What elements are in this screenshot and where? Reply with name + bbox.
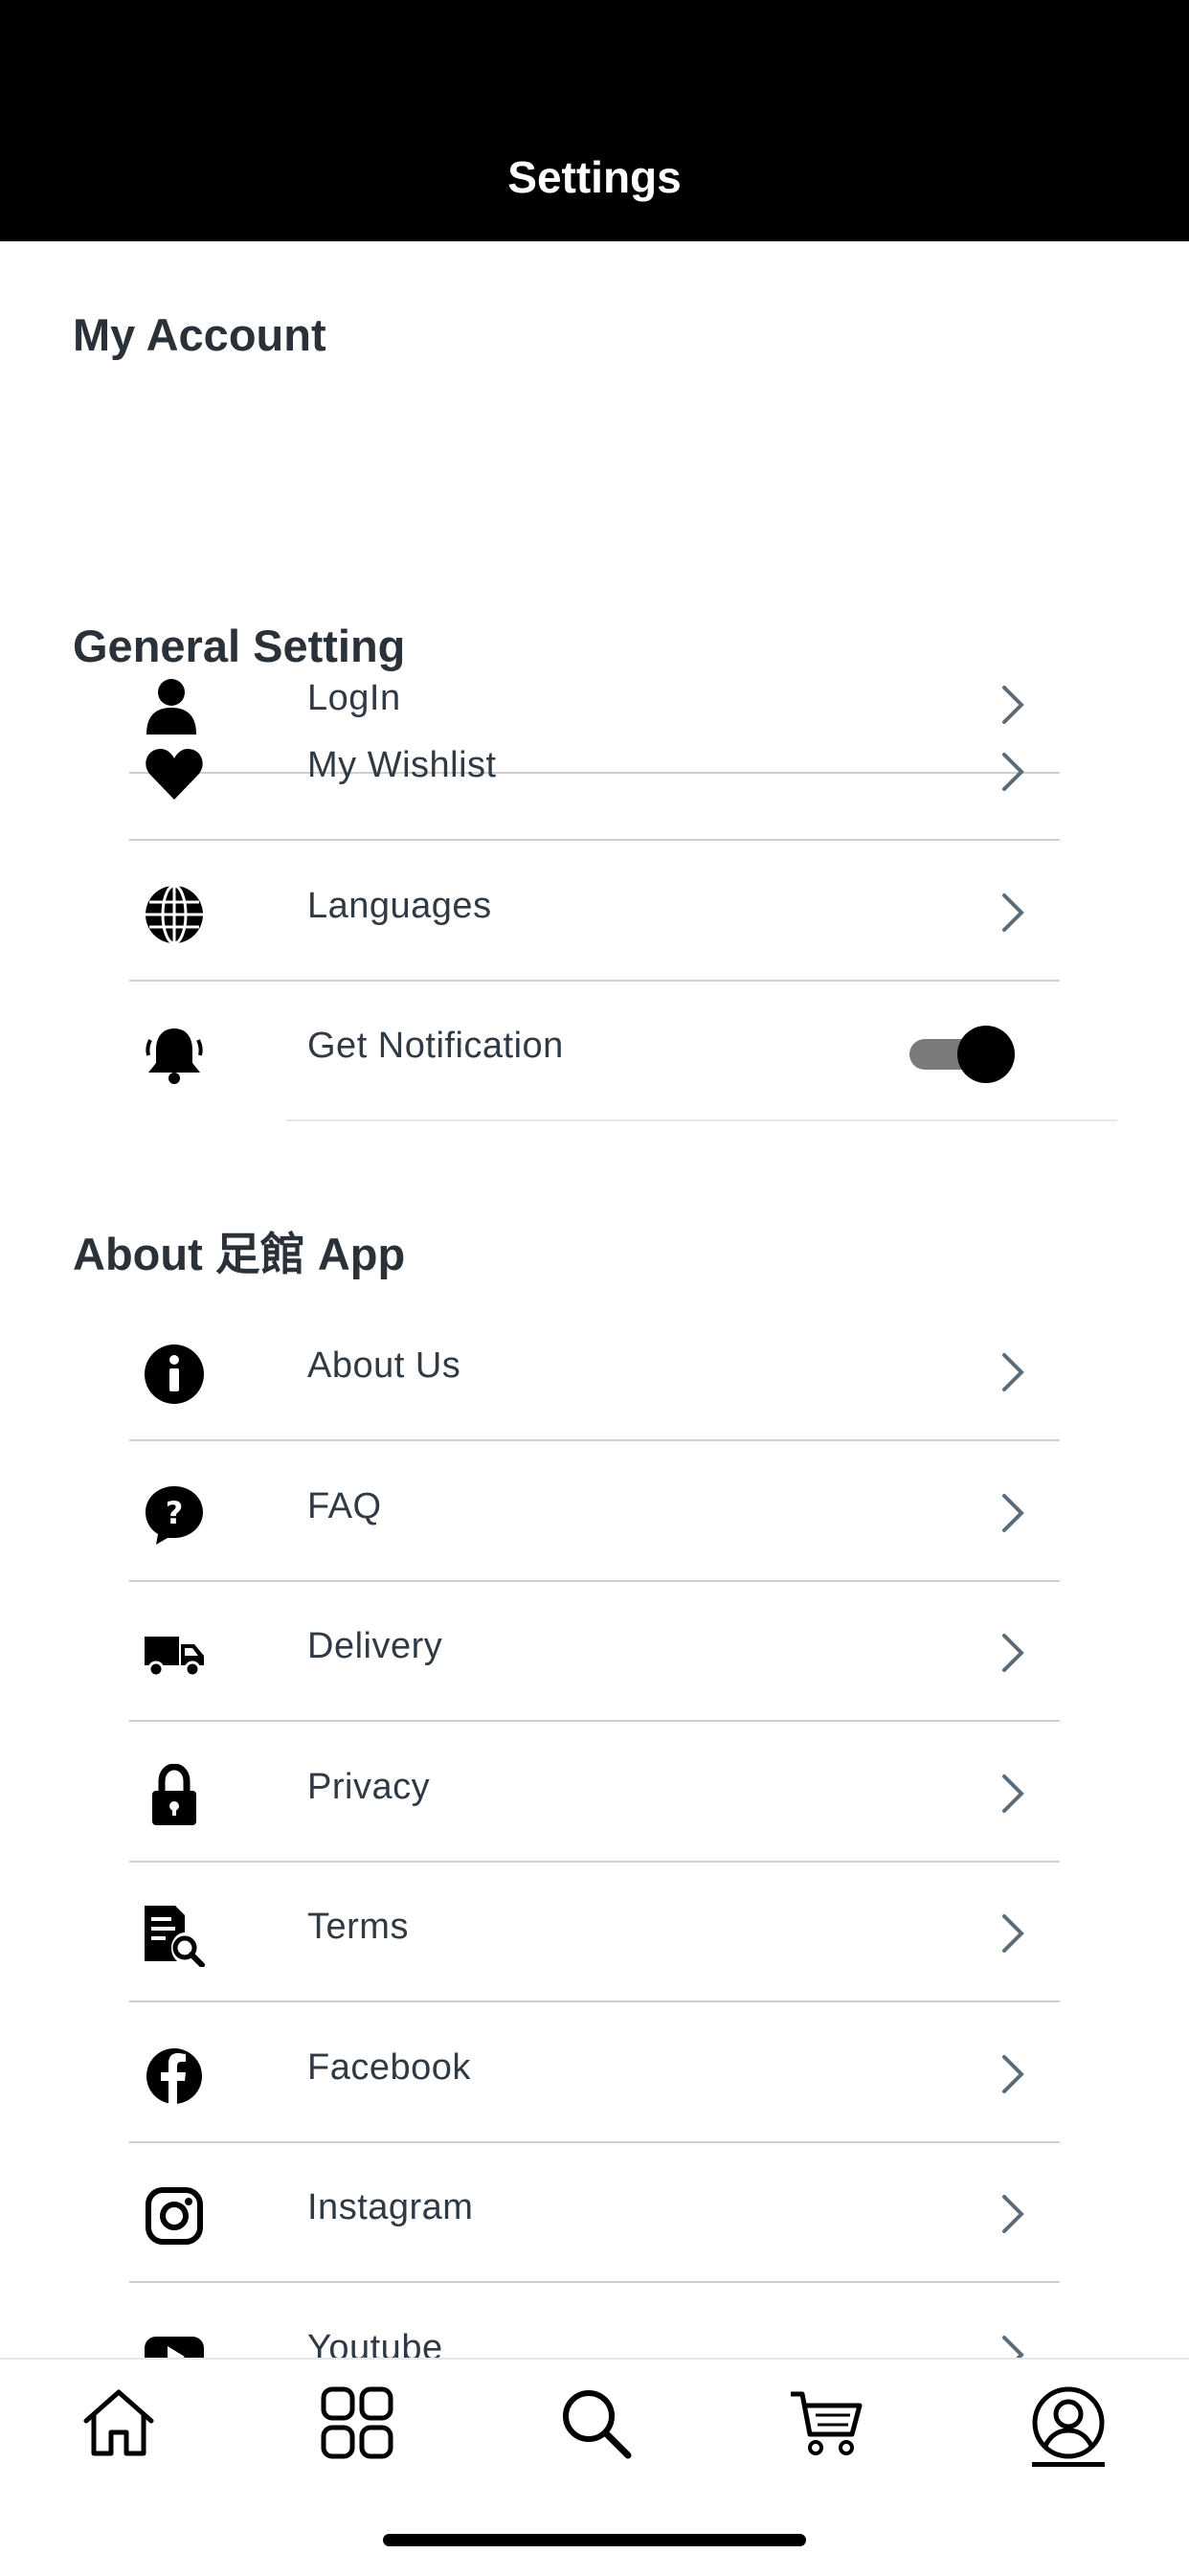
cart-icon[interactable] [787, 2384, 864, 2461]
svg-text:?: ? [166, 1495, 184, 1531]
chevron-right-icon [998, 1349, 1027, 1395]
settings-item-facebook[interactable]: Facebook [129, 2003, 1060, 2143]
globe-icon [143, 883, 206, 946]
settings-item-label: Youtube [307, 2328, 443, 2358]
chevron-right-icon [998, 749, 1027, 795]
settings-item-label: Privacy [307, 1767, 431, 1807]
settings-item-instagram[interactable]: Instagram [129, 2143, 1060, 2283]
search-icon[interactable] [557, 2384, 634, 2461]
active-tab-indicator [1032, 2462, 1105, 2467]
profile-icon[interactable] [1030, 2384, 1107, 2461]
document-search-icon [143, 1904, 206, 1967]
chevron-right-icon [998, 890, 1027, 936]
truck-icon [143, 1623, 206, 1686]
settings-item-label: Languages [307, 886, 492, 926]
divider [129, 2000, 1060, 2002]
chevron-right-icon [998, 2332, 1027, 2358]
divider [129, 1720, 1060, 1722]
settings-item-label: About Us [307, 1345, 461, 1386]
section-title-about-app: About 足館 App [73, 1229, 406, 1279]
settings-item-privacy[interactable]: Privacy [129, 1723, 1060, 1863]
settings-item-terms[interactable]: Terms [129, 1863, 1060, 2002]
toggle-knob [957, 1026, 1015, 1083]
bell-icon [143, 1023, 206, 1086]
settings-item-faq[interactable]: ? FAQ [129, 1442, 1060, 1582]
home-icon[interactable] [80, 2384, 157, 2461]
facebook-icon [143, 2045, 206, 2108]
settings-item-notification: Get Notification [129, 982, 1117, 1121]
settings-item-label: FAQ [307, 1486, 382, 1526]
chevron-right-icon [998, 1771, 1027, 1817]
home-indicator[interactable] [383, 2534, 806, 2546]
settings-item-youtube[interactable]: Youtube [129, 2284, 1060, 2358]
lock-icon [143, 1764, 206, 1827]
info-icon [143, 1343, 206, 1406]
header-bar: Settings [0, 0, 1189, 241]
chevron-right-icon [998, 1490, 1027, 1536]
divider [129, 1439, 1060, 1441]
settings-item-label: Facebook [307, 2047, 471, 2088]
chevron-right-icon [998, 2191, 1027, 2237]
page-title: Settings [507, 152, 682, 202]
settings-item-label: Instagram [307, 2187, 474, 2227]
youtube-icon [143, 2325, 206, 2358]
divider [129, 839, 1060, 841]
divider [129, 2281, 1060, 2283]
settings-item-delivery[interactable]: Delivery [129, 1582, 1060, 1722]
section-title-my-account: My Account [73, 309, 326, 360]
divider [286, 1119, 1117, 1121]
settings-list[interactable]: My Account LogIn General Setting My Wish… [0, 241, 1189, 2358]
grid-icon[interactable] [319, 2384, 395, 2461]
settings-item-label: My Wishlist [307, 745, 497, 785]
notification-toggle[interactable] [909, 1026, 1015, 1083]
section-title-general-setting: General Setting [73, 621, 406, 671]
chevron-right-icon [998, 2051, 1027, 2097]
heart-icon [143, 742, 206, 805]
settings-item-label: Delivery [307, 1626, 443, 1666]
chevron-right-icon [998, 1630, 1027, 1676]
settings-item-languages[interactable]: Languages [129, 842, 1060, 982]
settings-item-about-us[interactable]: About Us [129, 1301, 1060, 1441]
chevron-right-icon [998, 1910, 1027, 1956]
instagram-icon [143, 2184, 206, 2248]
settings-item-wishlist[interactable]: My Wishlist [129, 701, 1060, 841]
question-icon: ? [143, 1483, 206, 1547]
settings-item-label: Get Notification [307, 1026, 564, 1066]
settings-item-label: Terms [307, 1907, 409, 1947]
